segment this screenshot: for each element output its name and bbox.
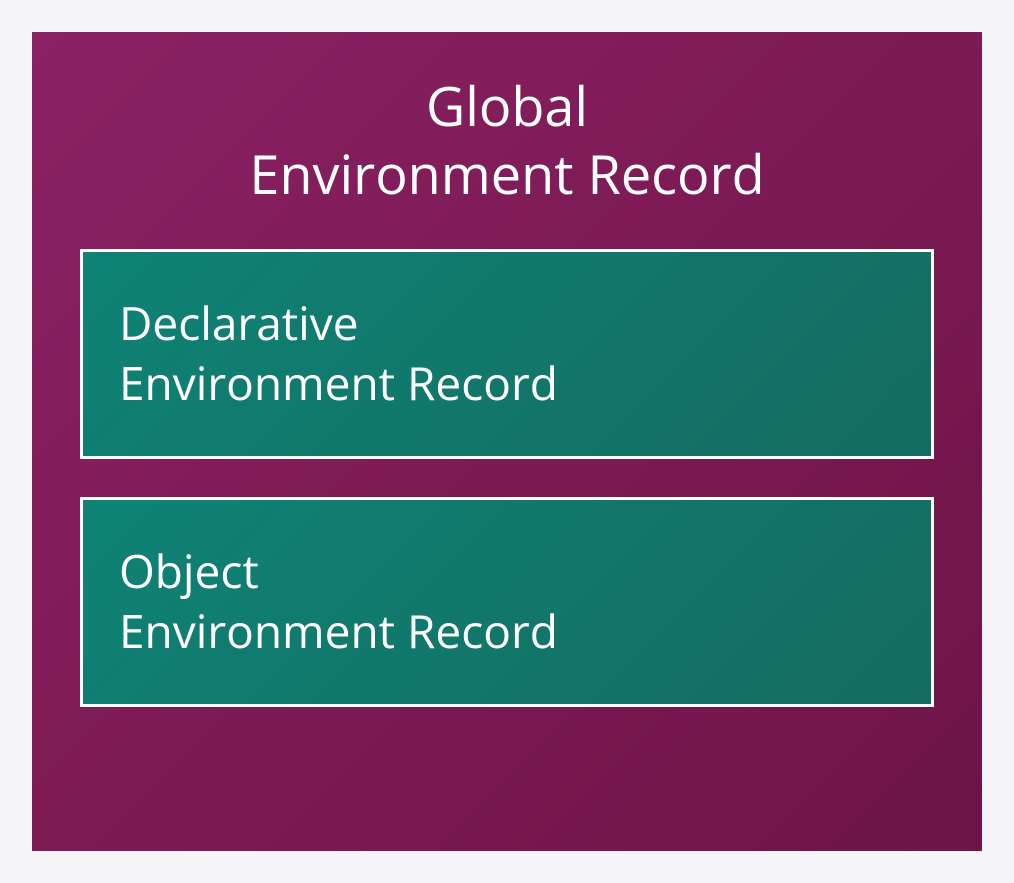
global-title-line1: Global	[426, 68, 588, 142]
global-title-line2: Environment Record	[249, 136, 764, 210]
declarative-label-line2: Environment Record	[119, 352, 558, 414]
declarative-label: Declarative Environment Record	[119, 294, 558, 414]
object-label-line1: Object	[119, 540, 259, 602]
declarative-environment-record-box: Declarative Environment Record	[80, 249, 934, 459]
object-environment-record-box: Object Environment Record	[80, 497, 934, 707]
object-label: Object Environment Record	[119, 542, 558, 662]
declarative-label-line1: Declarative	[119, 292, 359, 354]
global-environment-record-container: Global Environment Record Declarative En…	[32, 32, 982, 851]
global-title: Global Environment Record	[80, 72, 934, 207]
object-label-line2: Environment Record	[119, 600, 558, 662]
